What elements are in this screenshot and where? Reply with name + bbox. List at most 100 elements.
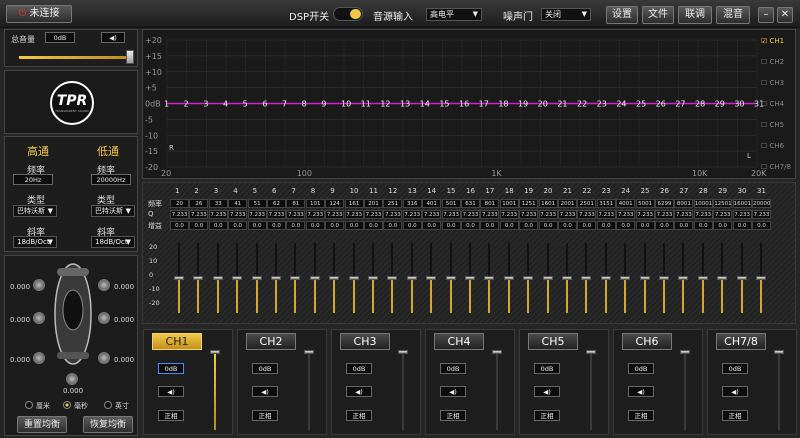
band-fader-thumb[interactable]: [174, 276, 184, 280]
band-q-input[interactable]: 7.233: [364, 210, 383, 219]
speaker-icon[interactable]: ◀): [101, 32, 125, 43]
band-fader-thumb[interactable]: [581, 276, 592, 280]
band-freq-input[interactable]: 1001: [499, 199, 519, 208]
band-gain-input[interactable]: 0.0: [364, 221, 383, 230]
band-freq-input[interactable]: 51: [247, 199, 267, 208]
phase-button[interactable]: 正相: [722, 410, 748, 421]
connect-button[interactable]: ⏻ 未连接: [6, 5, 72, 23]
band-gain-input[interactable]: 0.0: [499, 221, 519, 230]
band-fader-thumb[interactable]: [232, 276, 243, 280]
speaker-icon[interactable]: ◀): [628, 386, 654, 397]
restore-eq-button[interactable]: 恢复均衡: [83, 416, 133, 433]
unit-ms-radio[interactable]: [63, 401, 71, 409]
band-gain-input[interactable]: 0.0: [170, 221, 189, 230]
band-freq-input[interactable]: 16001: [732, 199, 752, 208]
band-freq-input[interactable]: 1251: [519, 199, 539, 208]
band-q-input[interactable]: 7.233: [402, 210, 422, 219]
band-gain-input[interactable]: 0.0: [480, 221, 500, 230]
legend-ch5[interactable]: ☐ CH5: [761, 121, 784, 129]
band-gain-input[interactable]: 0.0: [713, 221, 733, 230]
minimize-icon[interactable]: –: [758, 7, 774, 23]
band-fader-thumb[interactable]: [620, 276, 631, 280]
master-volume-value[interactable]: 0dB: [45, 32, 75, 43]
band-q-input[interactable]: 7.233: [616, 210, 636, 219]
channel-select-button[interactable]: CH6: [622, 333, 672, 350]
band-fader-thumb[interactable]: [309, 276, 320, 280]
band-fader-thumb[interactable]: [271, 276, 281, 280]
channel-select-button[interactable]: CH3: [340, 333, 390, 350]
lowpass-slope-select[interactable]: 18dB/Oct ▼: [91, 236, 135, 248]
phase-button[interactable]: 正相: [440, 410, 466, 421]
channel-gain-input[interactable]: 0dB: [346, 363, 372, 374]
mix-button[interactable]: 混音: [716, 6, 750, 24]
checkbox-icon[interactable]: ☐: [761, 121, 770, 129]
band-gain-input[interactable]: 0.0: [325, 221, 345, 230]
band-q-input[interactable]: 7.233: [596, 210, 616, 219]
band-freq-input[interactable]: 20000: [752, 199, 771, 208]
band-fader-thumb[interactable]: [387, 276, 398, 280]
channel-gain-input[interactable]: 0dB: [722, 363, 748, 374]
band-q-input[interactable]: 7.233: [674, 210, 694, 219]
speaker-icon[interactable]: ◀): [722, 386, 748, 397]
band-fader-thumb[interactable]: [697, 276, 708, 280]
band-fader-thumb[interactable]: [503, 276, 514, 280]
legend-ch1[interactable]: ☑ CH1: [761, 37, 784, 45]
band-gain-input[interactable]: 0.0: [752, 221, 771, 230]
highpass-type-select[interactable]: 巴特沃斯 ▼: [13, 205, 57, 217]
band-gain-input[interactable]: 0.0: [538, 221, 558, 230]
channel-volume-thumb[interactable]: [210, 350, 220, 354]
channel-gain-input[interactable]: 0dB: [534, 363, 560, 374]
band-gain-input[interactable]: 0.0: [344, 221, 364, 230]
band-fader-thumb[interactable]: [406, 276, 417, 280]
band-fader-thumb[interactable]: [717, 276, 728, 280]
band-freq-input[interactable]: 1601: [538, 199, 558, 208]
band-freq-input[interactable]: 81: [286, 199, 306, 208]
mid-left-speaker-knob[interactable]: [33, 312, 45, 324]
band-q-input[interactable]: 7.233: [635, 210, 655, 219]
band-fader-thumb[interactable]: [562, 276, 572, 280]
band-fader-thumb[interactable]: [736, 276, 747, 280]
band-q-input[interactable]: 7.233: [519, 210, 539, 219]
band-gain-input[interactable]: 0.0: [519, 221, 539, 230]
noise-gate-select[interactable]: 关闭 ▼: [541, 8, 591, 21]
close-icon[interactable]: ✕: [777, 7, 793, 23]
channel-gain-input[interactable]: 0dB: [252, 363, 278, 374]
band-q-input[interactable]: 7.233: [693, 210, 713, 219]
reset-eq-button[interactable]: 重置均衡: [17, 416, 67, 433]
band-q-input[interactable]: 7.233: [441, 210, 461, 219]
band-gain-input[interactable]: 0.0: [189, 221, 209, 230]
band-freq-input[interactable]: 124: [325, 199, 345, 208]
band-gain-input[interactable]: 0.0: [616, 221, 636, 230]
band-q-input[interactable]: 7.233: [228, 210, 248, 219]
band-freq-input[interactable]: 33: [208, 199, 228, 208]
band-gain-input[interactable]: 0.0: [422, 221, 442, 230]
channel-gain-input[interactable]: 0dB: [628, 363, 654, 374]
band-fader-thumb[interactable]: [445, 276, 456, 280]
band-fader-thumb[interactable]: [600, 276, 611, 280]
speaker-icon[interactable]: ◀): [346, 386, 372, 397]
checkbox-icon[interactable]: ☐: [761, 58, 770, 66]
band-freq-input[interactable]: 201: [364, 199, 383, 208]
band-freq-input[interactable]: 12501: [713, 199, 733, 208]
settings-button[interactable]: 设置: [606, 6, 638, 24]
channel-volume-thumb[interactable]: [586, 350, 596, 354]
band-q-input[interactable]: 7.233: [461, 210, 480, 219]
band-fader-thumb[interactable]: [212, 276, 223, 280]
phase-button[interactable]: 正相: [628, 410, 654, 421]
master-volume-thumb[interactable]: [126, 50, 134, 64]
band-q-input[interactable]: 7.233: [344, 210, 364, 219]
band-fader-thumb[interactable]: [542, 276, 553, 280]
band-gain-input[interactable]: 0.0: [441, 221, 461, 230]
legend-ch6[interactable]: ☐ CH6: [761, 142, 784, 150]
band-freq-input[interactable]: 41: [228, 199, 248, 208]
channel-gain-input[interactable]: 0dB: [440, 363, 466, 374]
band-gain-input[interactable]: 0.0: [402, 221, 422, 230]
speaker-icon[interactable]: ◀): [440, 386, 466, 397]
band-fader-thumb[interactable]: [329, 276, 340, 280]
speaker-icon[interactable]: ◀): [534, 386, 560, 397]
channel-select-button[interactable]: CH5: [528, 333, 578, 350]
band-gain-input[interactable]: 0.0: [732, 221, 752, 230]
phase-button[interactable]: 正相: [252, 410, 278, 421]
band-gain-input[interactable]: 0.0: [558, 221, 577, 230]
band-q-input[interactable]: 7.233: [422, 210, 442, 219]
